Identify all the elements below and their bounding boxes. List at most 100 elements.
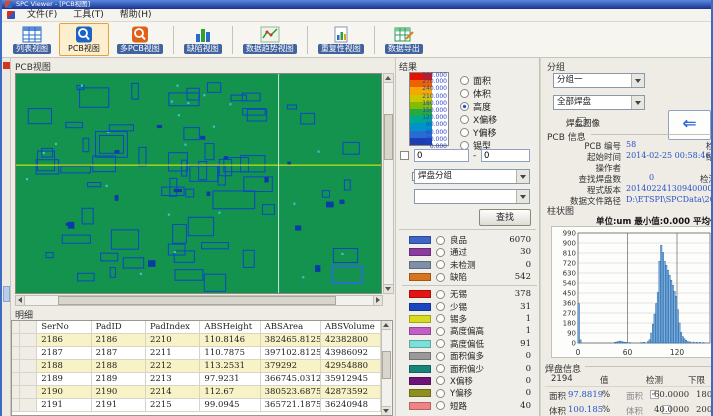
col-absvolume[interactable]: ABSVolume [321,321,381,333]
docked-panel-strip[interactable] [2,58,11,416]
pad-scope-combo[interactable]: 全部焊盘 [553,95,645,110]
range-to-input[interactable] [481,149,530,162]
category-label: 缺陷 [450,271,515,283]
radio-icon[interactable] [436,290,445,299]
radio-icon[interactable] [436,236,445,245]
radio-icon[interactable] [436,260,445,269]
category-row-9[interactable]: 面积偏多0 [398,350,537,362]
radio-icon[interactable] [436,389,445,398]
pcb-vscroll-thumb[interactable] [384,114,393,160]
group-select-combo[interactable]: 分组一 [553,73,645,88]
svg-text:180: 180 [563,320,576,328]
table-row[interactable]: 21892189221397.9231366745.031235912945 [12,373,381,386]
category-row-8[interactable]: 高度偏低91 [398,338,537,350]
pcb-horizontal-scrollbar[interactable] [15,295,383,306]
category-row-11[interactable]: X偏移0 [398,375,537,387]
chevron-down-icon[interactable] [516,170,529,183]
multi-pcb-view-button[interactable]: 多PCB视图 [111,23,169,56]
radio-icon[interactable] [436,352,445,361]
table-row[interactable]: 21912191221599.0945365721.187536240948 [12,399,381,412]
trend-view-button[interactable]: 数据趋势视图 [237,23,303,56]
category-row-12[interactable]: Y偏移0 [398,387,537,399]
pcb-view-button[interactable]: PCB视图 [59,23,109,56]
col-padindex[interactable]: PadIndex [146,321,200,333]
pad-subgroup-combo[interactable] [414,189,530,204]
radio-icon[interactable] [436,273,445,282]
category-row-3[interactable]: 缺陷542 [398,271,537,283]
metric-area[interactable]: 面积 [460,74,491,87]
chevron-down-icon[interactable] [631,96,644,109]
scroll-down-arrow[interactable] [384,284,393,293]
repeat-view-label: 重复性视图 [318,44,364,54]
table-row[interactable]: 219021902214112.67380523.687542873592 [12,386,381,399]
pcb-view-title: PCB视图 [15,60,51,73]
chevron-down-icon[interactable] [516,190,529,203]
radio-icon[interactable] [436,339,445,348]
chevron-down-icon[interactable] [631,74,644,87]
radio-icon[interactable] [436,314,445,323]
details-vscroll-thumb[interactable] [382,351,391,379]
scroll-down-arrow[interactable] [382,406,391,415]
col-serno[interactable]: SerNo [37,321,91,333]
col-absheight[interactable]: ABSHeight [200,321,260,333]
details-vertical-scrollbar[interactable] [381,321,392,415]
category-row-2[interactable]: 未检测0 [398,259,537,271]
table-row[interactable]: 218721872211110.7875397102.812543986092 [12,347,381,360]
radio-icon[interactable] [436,364,445,373]
data-export-button[interactable]: 数据导出 [379,23,429,56]
metric-x-offset[interactable]: X偏移 [460,113,497,126]
scroll-left-arrow[interactable] [16,296,25,305]
range-filter-checkbox[interactable] [400,151,409,160]
category-row-0[interactable]: 良品6070 [398,234,537,246]
radio-icon[interactable] [460,89,469,98]
menu-help[interactable]: 帮助(H) [112,9,160,22]
radio-icon[interactable] [460,102,469,111]
col-absarea[interactable]: ABSArea [261,321,321,333]
list-view-button[interactable]: 列表视图 [7,23,57,56]
pcb-vertical-scrollbar[interactable] [383,73,394,294]
scroll-up-arrow[interactable] [382,321,391,330]
table-row[interactable]: 218821882212113.253137929242954880 [12,360,381,373]
scroll-right-arrow[interactable] [373,296,382,305]
program-version-value: 2014022413094000000200 [626,184,713,193]
category-row-5[interactable]: 少锡31 [398,301,537,313]
scroll-up-arrow[interactable] [384,74,393,83]
category-row-10[interactable]: 面积偏少0 [398,363,537,375]
radio-icon[interactable] [436,248,445,257]
metric-volume[interactable]: 体积 [460,87,491,100]
radio-icon[interactable] [436,401,445,410]
defect-view-button[interactable]: 缺陷视图 [178,23,228,56]
histogram-title: 柱状图 [547,204,574,217]
radio-icon[interactable] [460,128,469,137]
category-row-7[interactable]: 高度偏高1 [398,325,537,337]
menu-tools[interactable]: 工具(T) [65,9,112,22]
category-label: 高度偏高 [450,325,526,337]
category-row-4[interactable]: 无锡378 [398,288,537,300]
category-row-13[interactable]: 短路40 [398,400,537,412]
repeat-view-button[interactable]: 重复性视图 [312,23,370,56]
radio-icon[interactable] [460,76,469,85]
previous-pcb-button[interactable]: ⇐ [668,110,711,140]
dock-scroll-thumb[interactable] [3,286,10,302]
radio-icon[interactable] [436,327,445,336]
pcb-canvas[interactable] [15,73,382,294]
category-label: 面积偏多 [450,350,526,362]
category-color-swatch [409,327,431,335]
pcb-hscroll-thumb[interactable] [58,296,336,305]
pad-group-combo[interactable]: 焊盘分组 [414,169,530,184]
metric-y-offset[interactable]: Y偏移 [460,126,497,139]
panel-splitter[interactable] [539,58,541,416]
details-table: SerNo PadID PadIndex ABSHeight ABSArea A… [11,320,393,416]
find-button[interactable]: 查找 [479,209,531,226]
radio-icon[interactable] [460,115,469,124]
table-row[interactable]: 218621862210110.8146382465.812542382800 [12,334,381,347]
col-padid[interactable]: PadID [92,321,146,333]
category-label: 短路 [450,400,520,412]
category-row-6[interactable]: 锡多1 [398,313,537,325]
category-row-1[interactable]: 通过30 [398,246,537,258]
radio-icon[interactable] [436,302,445,311]
menu-file[interactable]: 文件(F) [19,9,65,22]
range-from-input[interactable] [414,149,469,162]
metric-height[interactable]: 高度 [460,100,491,113]
radio-icon[interactable] [436,376,445,385]
